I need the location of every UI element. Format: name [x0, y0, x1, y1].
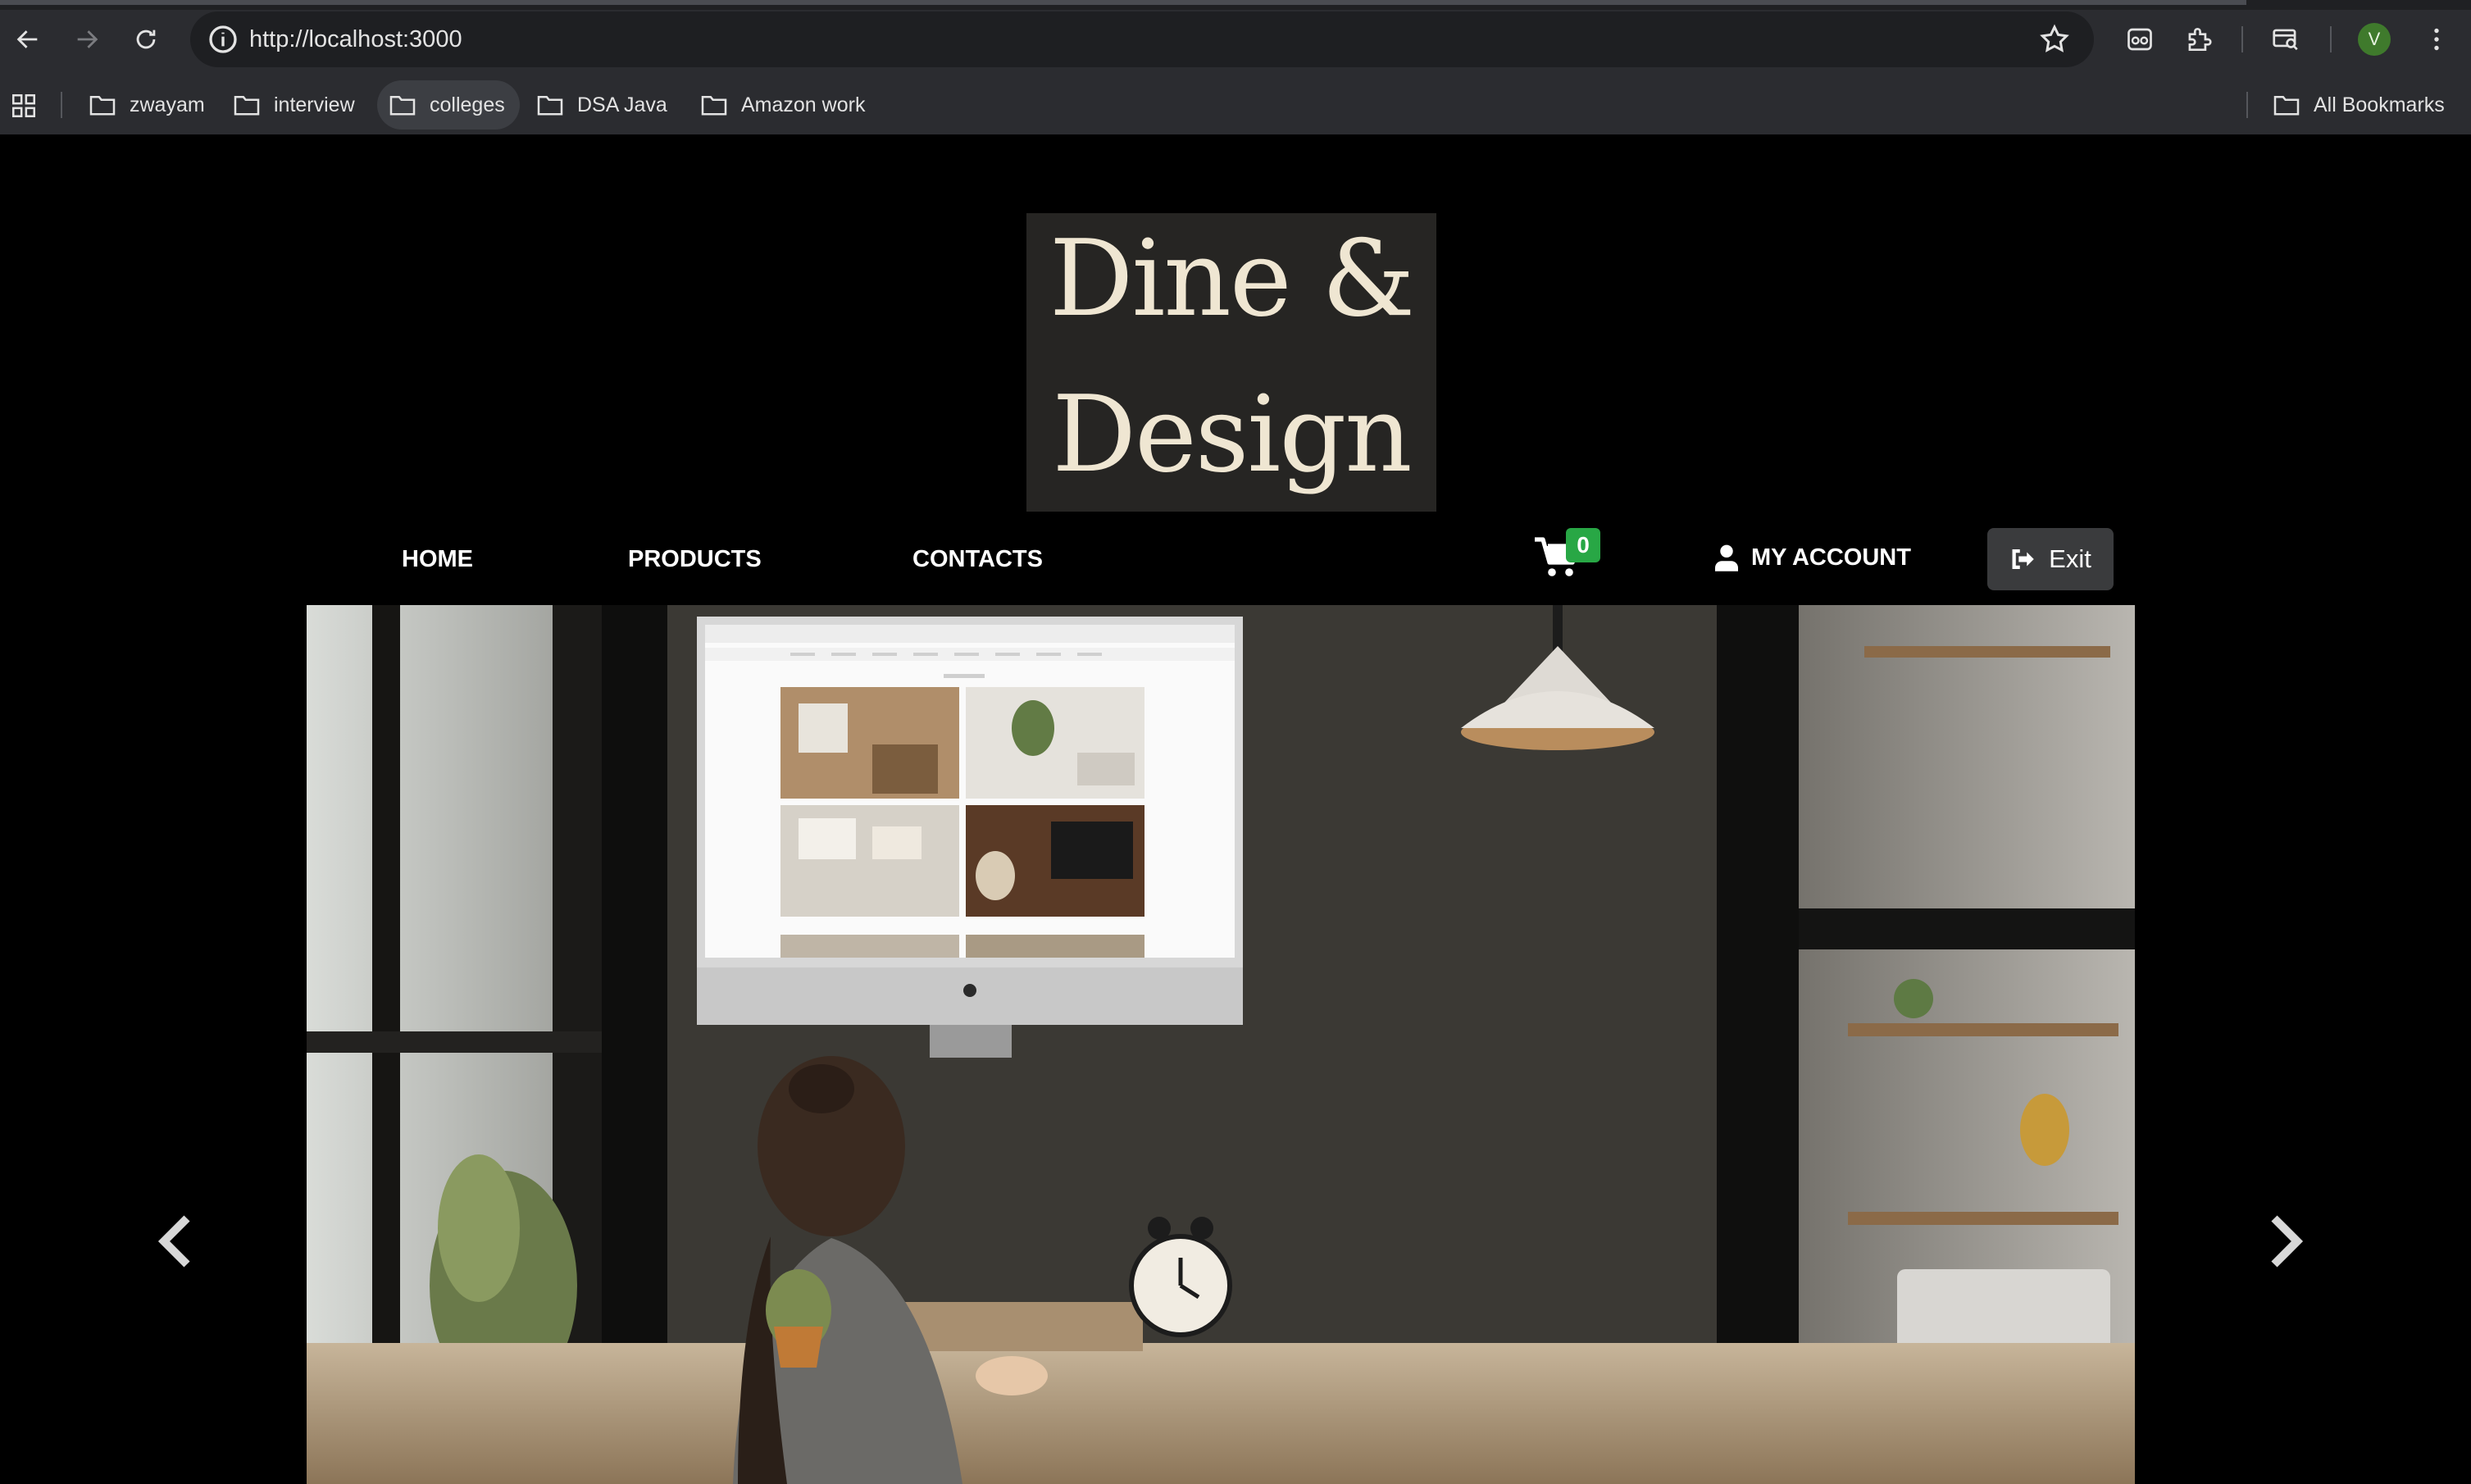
- sign-out-icon: [2012, 549, 2034, 570]
- forward-button[interactable]: [67, 20, 107, 59]
- nav-home[interactable]: HOME: [402, 541, 473, 577]
- back-button[interactable]: [8, 20, 48, 59]
- bookmark-label: colleges: [430, 93, 505, 116]
- chevron-right-icon: [2271, 1215, 2304, 1268]
- bookmark-star-icon[interactable]: [2038, 23, 2071, 56]
- folder-icon: [537, 95, 563, 116]
- active-tab-highlight: [0, 0, 2246, 5]
- reload-button[interactable]: [126, 20, 166, 59]
- my-account-link[interactable]: MY ACCOUNT: [1715, 539, 1911, 576]
- nav-contacts[interactable]: CONTACTS: [912, 541, 1043, 577]
- site-info-icon[interactable]: [207, 23, 239, 56]
- bookmark-folder-zwayam[interactable]: zwayam: [77, 80, 220, 130]
- toolbar-separator: [2241, 26, 2243, 52]
- exit-label: Exit: [2049, 544, 2091, 573]
- apps-grid-icon[interactable]: [10, 92, 38, 120]
- reload-icon: [136, 30, 156, 49]
- hero-carousel-image: [307, 605, 2135, 1484]
- bookmark-folder-colleges[interactable]: colleges: [377, 80, 520, 130]
- chevron-left-icon: [157, 1215, 190, 1268]
- my-account-label: MY ACCOUNT: [1751, 544, 1911, 571]
- user-icon: [1715, 544, 1738, 571]
- profile-avatar[interactable]: V: [2358, 23, 2391, 56]
- folder-icon: [89, 95, 116, 116]
- bookmark-label: interview: [274, 93, 355, 116]
- bookmark-label: zwayam: [130, 93, 205, 116]
- page-body: Dine & Design HOME PRODUCTS CONTACTS 0 M…: [0, 134, 2471, 1484]
- carousel-next-button[interactable]: [2261, 1212, 2307, 1271]
- forward-arrow-icon: [77, 30, 98, 48]
- all-bookmarks-label: All Bookmarks: [2314, 93, 2445, 116]
- bookmark-folder-dsa-java[interactable]: DSA Java: [525, 80, 682, 130]
- bookmark-label: DSA Java: [577, 93, 667, 116]
- url-text[interactable]: http://localhost:3000: [249, 11, 462, 67]
- bookmark-label: Amazon work: [741, 93, 866, 116]
- folder-icon: [234, 95, 260, 116]
- toolbar-separator: [2330, 26, 2332, 52]
- tab-search-icon[interactable]: [2264, 18, 2307, 61]
- cart-count-badge: 0: [1566, 528, 1600, 562]
- address-bar[interactable]: http://localhost:3000: [190, 11, 2094, 67]
- exit-button[interactable]: Exit: [1987, 528, 2114, 590]
- logo-line-1: Dine &: [1049, 218, 1415, 340]
- back-arrow-icon: [16, 30, 38, 48]
- bookmark-folder-amazon-work[interactable]: Amazon work: [689, 80, 880, 130]
- bookmarks-separator: [2246, 92, 2248, 118]
- site-logo[interactable]: Dine & Design: [1026, 213, 1436, 512]
- browser-menu-icon[interactable]: [2415, 18, 2458, 61]
- tab-strip: [0, 0, 2471, 10]
- carousel-prev-button[interactable]: [154, 1212, 200, 1271]
- hero-illustration: [307, 605, 2135, 1484]
- logo-line-2: Design: [1052, 374, 1412, 496]
- folder-icon: [701, 95, 727, 116]
- bookmarks-separator: [61, 92, 62, 118]
- folder-icon: [2273, 95, 2300, 116]
- incognito-extension-icon[interactable]: [2118, 18, 2161, 61]
- extensions-puzzle-icon[interactable]: [2177, 18, 2220, 61]
- folder-icon: [389, 95, 416, 116]
- browser-chrome: http://localhost:3000 V zwayam interview…: [0, 0, 2471, 134]
- bookmark-folder-interview[interactable]: interview: [221, 80, 370, 130]
- bookmarks-bar: zwayam interview colleges DSA Java Amazo…: [0, 80, 2471, 130]
- nav-products[interactable]: PRODUCTS: [628, 541, 762, 577]
- all-bookmarks-button[interactable]: All Bookmarks: [2261, 80, 2460, 130]
